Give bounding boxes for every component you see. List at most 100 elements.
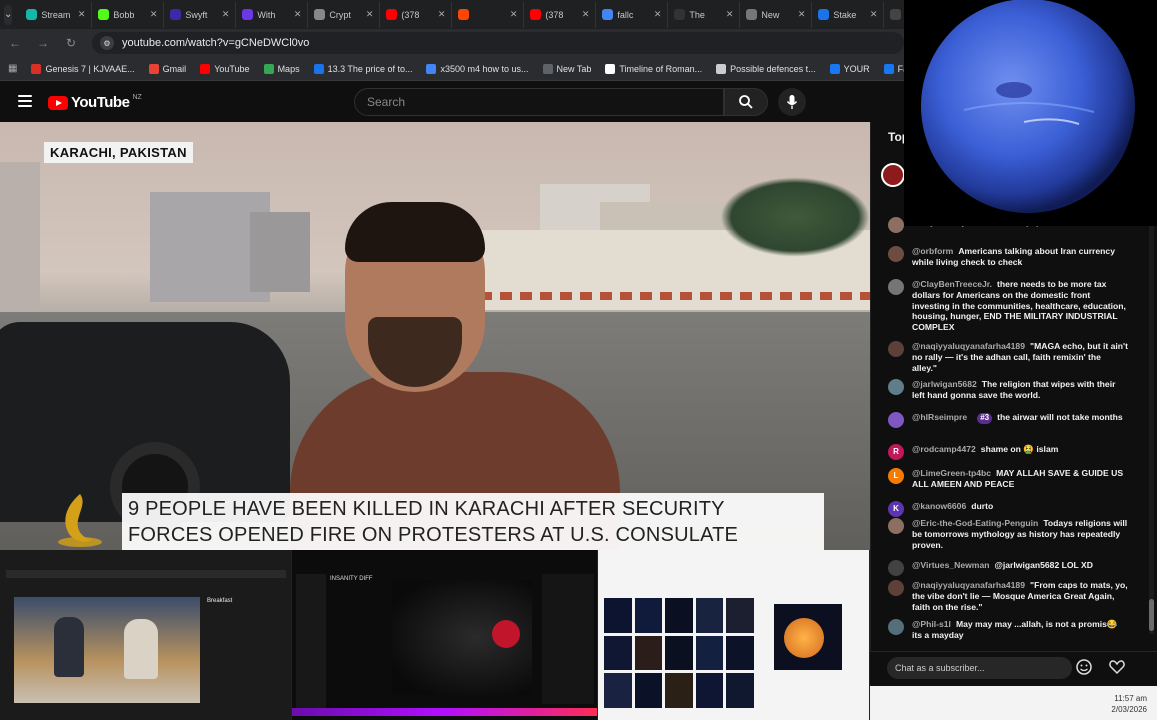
avatar[interactable] [888, 560, 904, 576]
chat-message[interactable]: @Virtues_Newman @jarlwigan5682 LOL XD [888, 560, 1128, 576]
preview-bar [292, 708, 597, 716]
browser-tab[interactable]: The ✕ [668, 1, 741, 28]
chat-message[interactable]: @Phil-s1l May may may ...allah, is not a … [888, 619, 1128, 641]
avatar[interactable] [888, 379, 904, 395]
chat-message[interactable]: @hlRseimpre #3 the airwar will not take mo… [888, 412, 1128, 428]
browser-tab[interactable]: ✕ [452, 1, 525, 28]
browser-tab[interactable]: Bobb ✕ [92, 1, 165, 28]
avatar[interactable] [888, 246, 904, 262]
tab-close-icon[interactable]: ✕ [366, 9, 374, 20]
chat-author[interactable]: @hlRseimpre [912, 412, 967, 422]
chat-message[interactable]: R @rodcamp4472 shame on 🤮 islam [888, 444, 1128, 460]
chat-author[interactable]: @naqiyyaluqyanafarha4189 [912, 580, 1025, 590]
bookmark-item[interactable]: 13.3 The price of to... [313, 63, 412, 74]
chat-message[interactable]: @naqiyyaluqyanafarha4189 "From caps to ma… [888, 580, 1128, 612]
bookmark-item[interactable]: Possible defences t... [716, 63, 816, 74]
avatar[interactable]: R [888, 444, 904, 460]
avatar[interactable] [888, 341, 904, 357]
tab-close-icon[interactable]: ✕ [510, 9, 518, 20]
browser-tab[interactable]: (378 ✕ [524, 1, 597, 28]
avatar[interactable]: K [888, 501, 904, 517]
chat-message[interactable]: @ClayBenTreeceJr. there needs to be more … [888, 279, 1128, 333]
browser-tab[interactable]: fallc ✕ [596, 1, 669, 28]
chat-author[interactable]: @jarlwigan5682 [912, 379, 977, 389]
tab-close-icon[interactable]: ✕ [438, 9, 446, 20]
tab-close-icon[interactable]: ✕ [150, 9, 158, 20]
chat-author[interactable]: @naqiyyaluqyanafarha4189 [912, 341, 1025, 351]
bookmark-item[interactable]: YOUR [829, 63, 870, 74]
avatar[interactable]: L [888, 468, 904, 484]
chat-author[interactable]: @Phil-s1l [912, 619, 951, 629]
browser-tab[interactable]: Swyft ✕ [164, 1, 237, 28]
bookmark-item[interactable]: x3500 m4 how to us... [426, 63, 529, 74]
youtube-logo[interactable]: YouTube NZ [48, 94, 142, 111]
back-icon[interactable]: ← [8, 36, 22, 50]
browser-tab[interactable]: Stream ✕ [20, 1, 93, 28]
tab-close-icon[interactable]: ✕ [726, 9, 734, 20]
avatar[interactable] [888, 580, 904, 596]
avatar[interactable] [888, 279, 904, 295]
preview-news-window[interactable]: Breakfast [0, 550, 292, 720]
chat-input[interactable]: Chat as a subscriber... [887, 657, 1072, 679]
chat-author[interactable]: @kanow6606 [912, 501, 966, 511]
avatar[interactable] [888, 412, 904, 428]
chat-message[interactable]: L @LimeGreen-tp4bc MAY ALLAH SAVE & GUIDE … [888, 468, 1128, 490]
url-input[interactable]: ⚙ youtube.com/watch?v=gCNeDWCl0vo [92, 32, 904, 54]
browser-tab[interactable]: (378 ✕ [380, 1, 453, 28]
apps-grid-icon[interactable]: ▦ [8, 63, 17, 74]
address-bar: ← → ↻ ⚙ youtube.com/watch?v=gCNeDWCl0vo [0, 29, 904, 57]
preview-studio-image [14, 597, 200, 703]
chat-scrollbar[interactable] [1149, 224, 1154, 634]
tab-close-icon[interactable]: ✕ [222, 9, 230, 20]
forward-icon[interactable]: → [36, 36, 50, 50]
browser-tab[interactable]: Crypt ✕ [308, 1, 381, 28]
avatar[interactable] [888, 217, 904, 233]
heart-icon[interactable] [1108, 658, 1126, 676]
bookmark-item[interactable]: New Tab [542, 63, 591, 74]
browser-tab[interactable]: New ✕ [740, 1, 813, 28]
bookmark-item[interactable]: Gmail [148, 63, 186, 74]
tab-close-icon[interactable]: ✕ [78, 9, 86, 20]
avatar[interactable] [888, 518, 904, 534]
emoji-icon[interactable] [1075, 658, 1093, 676]
tab-close-icon[interactable]: ✕ [870, 9, 878, 20]
bookmark-item[interactable]: Maps [263, 63, 300, 74]
tab-close-icon[interactable]: ✕ [798, 9, 806, 20]
avatar[interactable] [888, 619, 904, 635]
search-icon [739, 95, 753, 109]
tab-close-icon[interactable]: ✕ [582, 9, 590, 20]
voice-search-button[interactable] [778, 88, 806, 116]
menu-icon[interactable] [18, 95, 32, 107]
chat-author[interactable]: @Eric-the-God-Eating-Penguin [912, 518, 1038, 528]
tab-close-icon[interactable]: ✕ [294, 9, 302, 20]
browser-tab[interactable]: With ✕ [236, 1, 309, 28]
chat-author[interactable]: @orbform [912, 246, 953, 256]
reload-icon[interactable]: ↻ [64, 36, 78, 50]
video-player[interactable]: KARACHI, PAKISTAN 9 PEOPLE HAVE BEEN KIL… [0, 122, 870, 550]
site-info-icon[interactable]: ⚙ [100, 36, 114, 50]
pinned-avatar[interactable] [881, 163, 905, 187]
chat-author[interactable]: @rodcamp4472 [912, 444, 976, 454]
bookmark-item[interactable]: YouTube [200, 63, 250, 74]
bookmark-item[interactable]: Facebook green [883, 63, 904, 74]
chat-message[interactable]: @naqiyyaluqyanafarha4189 "MAGA echo, but … [888, 341, 1128, 373]
chat-message[interactable]: @Eric-the-God-Eating-Penguin Todays relig… [888, 518, 1128, 550]
search-button[interactable] [724, 88, 768, 116]
headline-line-2: FORCES OPENED FIRE ON PROTESTERS AT U.S.… [128, 524, 739, 546]
chat-author[interactable]: @Virtues_Newman [912, 560, 989, 570]
system-clock[interactable]: 11:57 am 2/03/2026 [1111, 693, 1147, 715]
preview-stream-window[interactable]: INSANITY DIFF [292, 550, 598, 720]
tab-search-icon[interactable]: ⌄ [4, 4, 13, 25]
chat-message[interactable]: @orbform Americans talking about Iran cur… [888, 246, 1128, 268]
chat-author[interactable]: @LimeGreen-tp4bc [912, 468, 991, 478]
browser-tab[interactable]: Stake ✕ [812, 1, 885, 28]
chat-message[interactable]: K @kanow6606 durto [888, 501, 1128, 517]
chat-message[interactable]: @jarlwigan5682 The religion that wipes wi… [888, 379, 1128, 401]
chat-author[interactable]: @ClayBenTreeceJr. [912, 279, 992, 289]
bookmark-item[interactable]: Timeline of Roman... [605, 63, 702, 74]
preview-images-window[interactable] [598, 550, 870, 720]
bookmark-item[interactable]: Genesis 7 | KJVAAE... [31, 63, 135, 74]
tab-close-icon[interactable]: ✕ [654, 9, 662, 20]
youtube-wordmark: YouTube [71, 94, 130, 111]
search-input[interactable]: Search [354, 88, 724, 116]
